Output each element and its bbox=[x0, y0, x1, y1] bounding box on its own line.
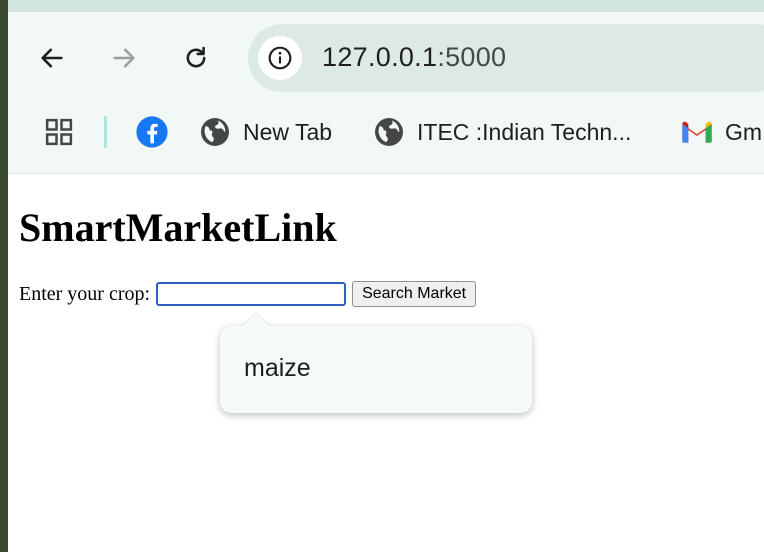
info-icon bbox=[268, 46, 292, 70]
url-host: 127.0.0.1 bbox=[322, 42, 438, 72]
site-info-button[interactable] bbox=[258, 36, 302, 80]
bookmark-facebook[interactable] bbox=[135, 108, 169, 156]
bookmark-label: ITEC :Indian Techn... bbox=[417, 118, 632, 145]
bookmarks-divider bbox=[104, 116, 107, 148]
suggestion-item[interactable]: maize bbox=[244, 354, 311, 383]
arrow-left-icon bbox=[41, 48, 63, 68]
bookmark-label: Gm bbox=[725, 118, 763, 145]
search-market-button[interactable]: Search Market bbox=[352, 281, 477, 307]
url-text: 127.0.0.1:5000 bbox=[322, 42, 506, 73]
forward-button[interactable] bbox=[104, 38, 144, 78]
arrow-right-icon bbox=[113, 48, 135, 68]
reload-button[interactable] bbox=[176, 38, 216, 78]
reload-icon bbox=[186, 46, 206, 68]
page-content: SmartMarketLink Enter your crop: Search … bbox=[8, 174, 764, 552]
browser-toolbar: 127.0.0.1:5000 New Tab ITEC:Indian Tech… bbox=[8, 12, 764, 174]
url-port: :5000 bbox=[437, 42, 507, 72]
page-title: SmartMarketLink bbox=[19, 205, 337, 250]
globe-icon bbox=[375, 118, 403, 146]
gmail-icon bbox=[682, 121, 712, 143]
crop-label: Enter your crop: bbox=[19, 282, 151, 305]
bookmark-itec[interactable]: ITEC :Indian Techn... bbox=[373, 108, 631, 156]
tab-strip bbox=[8, 0, 764, 12]
crop-search-form: Enter your crop: Search Market bbox=[19, 280, 477, 308]
dropdown-caret bbox=[242, 314, 270, 327]
apps-grid-icon bbox=[45, 118, 73, 146]
bookmark-label: New Tab bbox=[243, 118, 333, 145]
crop-input[interactable] bbox=[156, 282, 347, 306]
autocomplete-dropdown: maize bbox=[220, 326, 532, 413]
bookmark-new-tab[interactable]: New Tab bbox=[199, 108, 332, 156]
address-bar[interactable]: 127.0.0.1:5000 bbox=[248, 24, 764, 92]
back-button[interactable] bbox=[32, 38, 72, 78]
bookmarks-bar: New Tab ITEC :Indian Techn... Gm bbox=[8, 108, 764, 156]
bookmark-gmail[interactable]: Gm bbox=[681, 108, 762, 156]
globe-icon bbox=[201, 118, 229, 146]
apps-button[interactable] bbox=[44, 108, 74, 156]
facebook-icon bbox=[136, 116, 168, 148]
browser-window: 127.0.0.1:5000 New Tab ITEC:Indian Tech… bbox=[8, 0, 764, 552]
